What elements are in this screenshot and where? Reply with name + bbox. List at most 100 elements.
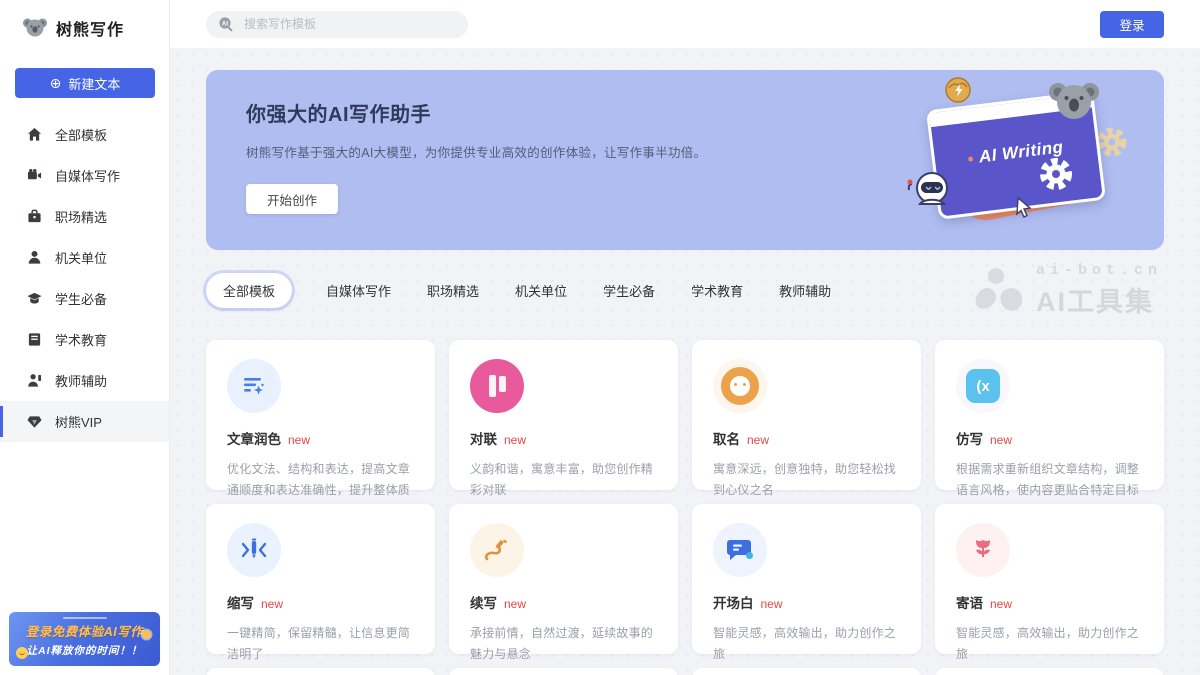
- card-title: 续写: [470, 592, 497, 612]
- card-description: 智能灵感，高效输出，助力创作之旅: [713, 623, 900, 665]
- new-badge: new: [504, 597, 526, 611]
- new-badge: new: [747, 433, 769, 447]
- continue-writing-icon: [470, 523, 524, 577]
- teacher-icon: [27, 373, 42, 388]
- card-description: 寓意深远，创意独特，助您轻松找到心仪之名: [713, 459, 900, 501]
- person-icon: [27, 250, 42, 265]
- card-title: 取名: [713, 428, 740, 448]
- tab-workplace[interactable]: 职场精选: [425, 273, 481, 308]
- sidebar-item-students[interactable]: 学生必备: [0, 278, 169, 319]
- media-camera-icon: [27, 168, 42, 183]
- message-flower-icon: [956, 523, 1010, 577]
- abbreviate-icon: [227, 523, 281, 577]
- tab-academic[interactable]: 学术教育: [689, 273, 745, 308]
- sidebar-item-workplace[interactable]: 职场精选: [0, 196, 169, 237]
- sidebar-item-government[interactable]: 机关单位: [0, 237, 169, 278]
- card-naming[interactable]: 取名 new 寓意深远，创意独特，助您轻松找到心仪之名: [692, 340, 921, 490]
- hero-banner: 你强大的AI写作助手 树熊写作基于强大的AI大模型，为你提供专业高效的创作体验，…: [206, 70, 1164, 250]
- brand-name: 树熊写作: [56, 16, 124, 40]
- sidebar-item-academic[interactable]: 学术教育: [0, 319, 169, 360]
- card-abbreviate[interactable]: 缩写 new 一键精简，保留精髓，让信息更简洁明了: [206, 504, 435, 654]
- card-description: 智能灵感，高效输出，助力创作之旅: [956, 623, 1143, 665]
- card-title: 仿写: [956, 428, 983, 448]
- sidebar-item-all-templates[interactable]: 全部模板: [0, 114, 169, 155]
- sidebar-item-label: 职场精选: [55, 207, 107, 226]
- card-title: 对联: [470, 428, 497, 448]
- hero-illustration: AI Writing: [918, 82, 1130, 238]
- card-message[interactable]: 寄语 new 智能灵感，高效输出，助力创作之旅: [935, 504, 1164, 654]
- category-tabs: 全部模板 自媒体写作 职场精选 机关单位 学生必备 学术教育 教师辅助: [206, 270, 1164, 310]
- coin-icon: [142, 630, 151, 639]
- book-icon: [27, 332, 42, 347]
- koala-head-icon: [1046, 78, 1102, 124]
- couplet-strip: [499, 376, 506, 392]
- card-partial[interactable]: [206, 668, 435, 675]
- card-opening[interactable]: 开场白 new 智能灵感，高效输出，助力创作之旅: [692, 504, 921, 654]
- card-title: 开场白: [713, 592, 754, 612]
- gear-icon: [1096, 126, 1128, 158]
- new-badge: new: [990, 433, 1012, 447]
- card-partial[interactable]: [449, 668, 678, 675]
- sidebar-item-media-writing[interactable]: 自媒体写作: [0, 155, 169, 196]
- sidebar-item-label: 自媒体写作: [55, 166, 120, 185]
- app-window: 树熊写作 ⊕ 新建文本 全部模板 自媒体写作 职场精选 机关单位: [0, 0, 1200, 675]
- start-writing-button[interactable]: 开始创作: [246, 184, 338, 214]
- imitate-icon: (x: [956, 359, 1010, 413]
- sidebar-item-label: 学术教育: [55, 330, 107, 349]
- search-input[interactable]: [244, 17, 456, 31]
- new-badge: new: [990, 597, 1012, 611]
- home-icon: [27, 127, 42, 142]
- card-continue-writing[interactable]: 续写 new 承接前情，自然过渡，延续故事的魅力与悬念: [449, 504, 678, 654]
- card-title: 缩写: [227, 592, 254, 612]
- main-content: 你强大的AI写作助手 树熊写作基于强大的AI大模型，为你提供专业高效的创作体验，…: [170, 48, 1200, 675]
- brand-logo: 树熊写作: [0, 0, 169, 54]
- tab-students[interactable]: 学生必备: [601, 273, 657, 308]
- brain-icon: [944, 76, 972, 104]
- new-doc-button[interactable]: ⊕ 新建文本: [15, 68, 155, 98]
- graduation-cap-icon: [27, 291, 42, 306]
- new-badge: new: [261, 597, 283, 611]
- tab-government[interactable]: 机关单位: [513, 273, 569, 308]
- robot-icon: [906, 164, 958, 216]
- koala-icon: [22, 16, 48, 40]
- sidebar-item-label: 全部模板: [55, 125, 107, 144]
- promo-line1: 登录免费体验AI写作: [26, 621, 144, 640]
- card-description: 一键精简，保留精髓，让信息更简洁明了: [227, 623, 414, 665]
- opening-icon: [713, 523, 767, 577]
- sidebar-menu: 全部模板 自媒体写作 职场精选 机关单位 学生必备 学术教育: [0, 114, 169, 442]
- card-imitate[interactable]: (x 仿写 new 根据需求重新组织文章结构，调整语言风格，使内容更贴合特定目标…: [935, 340, 1164, 490]
- sidebar-item-vip[interactable]: 树熊VIP: [0, 401, 169, 442]
- card-partial[interactable]: [692, 668, 921, 675]
- sidebar-item-label: 树熊VIP: [55, 412, 102, 431]
- card-partial[interactable]: [935, 668, 1164, 675]
- sidebar-item-label: 机关单位: [55, 248, 107, 267]
- card-couplet[interactable]: 对联 new 义韵和谐，寓意丰富，助您创作精彩对联: [449, 340, 678, 490]
- tab-media-writing[interactable]: 自媒体写作: [324, 273, 393, 308]
- polish-icon: [227, 359, 281, 413]
- card-description: 义韵和谐，寓意丰富，助您创作精彩对联: [470, 459, 657, 501]
- vip-gem-icon: [27, 414, 42, 429]
- new-badge: new: [288, 433, 310, 447]
- plus-circle-icon: ⊕: [50, 76, 62, 90]
- card-description: 承接前情，自然过渡，延续故事的魅力与悬念: [470, 623, 657, 665]
- ai-magnifier-icon: AI: [218, 16, 235, 33]
- briefcase-icon: [27, 209, 42, 224]
- search-box[interactable]: AI: [206, 11, 468, 38]
- login-promo-banner[interactable]: 登录免费体验AI写作 让AI释放你的时间！！: [9, 612, 160, 666]
- sidebar-item-label: 学生必备: [55, 289, 107, 308]
- tab-teacher[interactable]: 教师辅助: [777, 273, 833, 308]
- sidebar-item-label: 教师辅助: [55, 371, 107, 390]
- cursor-arrow-icon: [1014, 196, 1034, 218]
- card-article-polish[interactable]: 文章润色 new 优化文法、结构和表达，提高文章通顺度和表达准确性，提升整体质量: [206, 340, 435, 490]
- promo-decoration: [63, 617, 107, 619]
- tab-all-templates[interactable]: 全部模板: [206, 273, 292, 308]
- couplet-strip: [489, 375, 496, 397]
- login-button[interactable]: 登录: [1100, 11, 1164, 38]
- promo-line2: 让AI释放你的时间！！: [27, 643, 143, 658]
- card-title: 寄语: [956, 592, 983, 612]
- sidebar-item-teacher[interactable]: 教师辅助: [0, 360, 169, 401]
- couplet-icon: [470, 359, 524, 413]
- sidebar: 树熊写作 ⊕ 新建文本 全部模板 自媒体写作 职场精选 机关单位: [0, 0, 170, 675]
- new-doc-label: 新建文本: [68, 74, 120, 93]
- emoji-face-icon: [16, 647, 28, 659]
